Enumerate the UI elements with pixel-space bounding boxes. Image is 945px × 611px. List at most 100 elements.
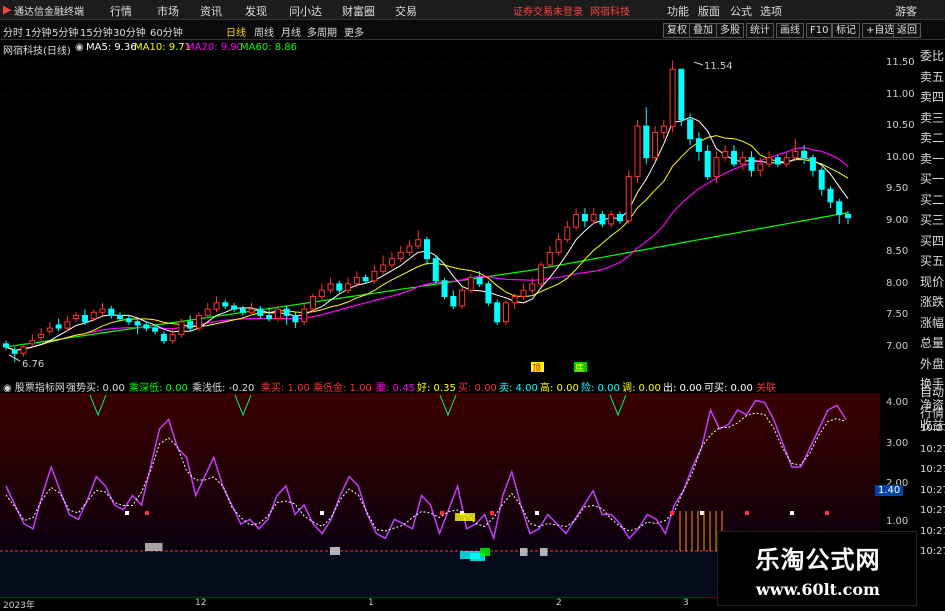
indicator-field: 乘买: 1.00 — [261, 383, 310, 394]
indicator-field: 高: 0.00 — [540, 383, 579, 394]
multi-stock-button[interactable]: 多股 — [716, 23, 744, 38]
side-item[interactable]: 涨跌 — [920, 293, 945, 310]
candle — [485, 283, 492, 304]
price-tick: 11.50 — [886, 57, 915, 68]
side-item[interactable]: 10:27 — [920, 526, 945, 537]
indicator-field: 卖: 4.00 — [499, 383, 538, 394]
side-item[interactable]: 10:27 — [920, 505, 945, 516]
price-tick: 7.00 — [886, 341, 909, 352]
candle — [222, 302, 229, 307]
side-item[interactable]: 买五 — [920, 252, 945, 269]
indicator-field: 乘浅低: -0.20 — [192, 383, 255, 394]
side-item[interactable]: 行情 — [920, 404, 945, 421]
indicator-tick: 3.00 — [886, 438, 909, 449]
candle — [134, 321, 141, 326]
time-label: 2023年 — [3, 601, 35, 611]
candle — [739, 157, 746, 165]
side-item[interactable]: 买四 — [920, 232, 945, 249]
indicator-field: 好: 0.35 — [417, 383, 456, 394]
candle — [64, 321, 71, 329]
side-item[interactable]: 买三 — [920, 211, 945, 228]
side-item[interactable]: 自动 — [920, 383, 945, 400]
menu-jiaoyi[interactable]: 交易 — [395, 3, 417, 19]
expand-icon[interactable]: ◉ — [75, 42, 84, 53]
side-item[interactable]: 卖二 — [920, 129, 945, 146]
ma10-value: MA10: 9.71 — [134, 42, 192, 53]
candle — [678, 68, 685, 121]
candle — [204, 308, 211, 316]
draw-button[interactable]: 画线 — [776, 23, 804, 38]
indicator-name[interactable]: ◉ 股票指标网 — [3, 379, 65, 394]
side-item[interactable]: 涨幅 — [920, 314, 945, 331]
time-label: 3 — [683, 598, 689, 608]
period-multi[interactable]: 多周期 — [307, 24, 337, 39]
menu-wenxiaoda[interactable]: 问小达 — [289, 3, 322, 19]
candlestick-chart[interactable]: 11.54 6.76 顶 底 — [0, 55, 880, 375]
stats-button[interactable]: 统计 — [746, 23, 774, 38]
menu-zixun[interactable]: 资讯 — [200, 3, 222, 19]
ma20-value: MA20: 9.90 — [186, 42, 244, 53]
time-label: 1 — [368, 598, 374, 608]
candle — [187, 321, 194, 329]
period-5min[interactable]: 5分钟 — [52, 24, 78, 39]
overlay-button[interactable]: 叠加 — [689, 23, 717, 38]
period-weekly[interactable]: 周线 — [254, 24, 274, 39]
indicator-header: ◉ 股票指标网 强势买: 0.00 乘深低: 0.00 乘浅低: -0.20 乘买: 1… — [0, 378, 880, 394]
menu-faxian[interactable]: 发现 — [245, 3, 267, 19]
menu-hangqing[interactable]: 行情 — [110, 3, 132, 19]
side-item[interactable]: 买一 — [920, 170, 945, 187]
period-fenshi[interactable]: 分时 — [3, 24, 23, 39]
menu-banmian[interactable]: 版面 — [698, 3, 720, 19]
watermark-name: 乐淘公式网 — [755, 545, 881, 574]
period-monthly[interactable]: 月线 — [281, 24, 301, 39]
side-item[interactable]: 委比 — [920, 47, 945, 64]
indicator-background — [0, 393, 880, 551]
side-item[interactable]: 买二 — [920, 191, 945, 208]
guest-label[interactable]: 游客 — [895, 3, 917, 19]
menu-gongneng[interactable]: 功能 — [667, 3, 689, 19]
period-daily[interactable]: 日线 — [226, 24, 246, 39]
candle — [29, 340, 36, 345]
side-item[interactable]: 10:27 — [920, 485, 945, 496]
candle — [406, 245, 413, 253]
side-item[interactable]: 卖一 — [920, 150, 945, 167]
menu-gongshi[interactable]: 公式 — [730, 3, 752, 19]
app-title: 通达信金融终端 — [14, 7, 84, 18]
period-30min[interactable]: 30分钟 — [113, 24, 146, 39]
period-60min[interactable]: 60分钟 — [150, 24, 183, 39]
side-item[interactable]: 10:27 — [920, 546, 945, 557]
side-item[interactable]: 卖五 — [920, 68, 945, 85]
ma5-value: MA5: 9.36 — [86, 42, 137, 53]
candle — [266, 314, 273, 320]
back-button[interactable]: 返回 — [893, 23, 921, 38]
period-more[interactable]: 更多 — [344, 24, 364, 39]
side-item[interactable]: 10:27 — [920, 464, 945, 475]
side-item[interactable]: 现价 — [920, 273, 945, 290]
price-tick: 10.00 — [886, 151, 915, 163]
candle — [836, 201, 843, 215]
watermark: 乐淘公式网 www.60lt.com — [717, 531, 917, 606]
side-item[interactable]: 10:27 — [920, 423, 945, 434]
side-item[interactable]: 外盘 — [920, 355, 945, 372]
side-item[interactable]: 总量 — [920, 334, 945, 351]
login-status[interactable]: 证券交易未登录 — [513, 3, 583, 18]
menu-caifuquan[interactable]: 财富圈 — [342, 3, 375, 19]
menu-xuanxiang[interactable]: 选项 — [760, 3, 782, 19]
fuquan-button[interactable]: 复权 — [663, 23, 691, 38]
candle — [301, 308, 308, 323]
side-item[interactable]: 10:27 — [920, 444, 945, 455]
candle — [590, 213, 597, 222]
side-item[interactable]: 卖四 — [920, 88, 945, 105]
period-15min[interactable]: 15分钟 — [80, 24, 113, 39]
time-label: 12 — [195, 598, 207, 608]
menu-shichang[interactable]: 市场 — [157, 3, 179, 19]
candles — [3, 60, 851, 363]
price-tick: 8.50 — [886, 246, 909, 258]
candle — [538, 264, 545, 285]
f10-button[interactable]: F10 — [806, 23, 833, 38]
side-item[interactable]: 卖三 — [920, 109, 945, 126]
mark-button[interactable]: 标记 — [832, 23, 860, 38]
candle — [90, 311, 97, 320]
period-1min[interactable]: 1分钟 — [25, 24, 51, 39]
price-tick: 11.00 — [886, 88, 915, 100]
